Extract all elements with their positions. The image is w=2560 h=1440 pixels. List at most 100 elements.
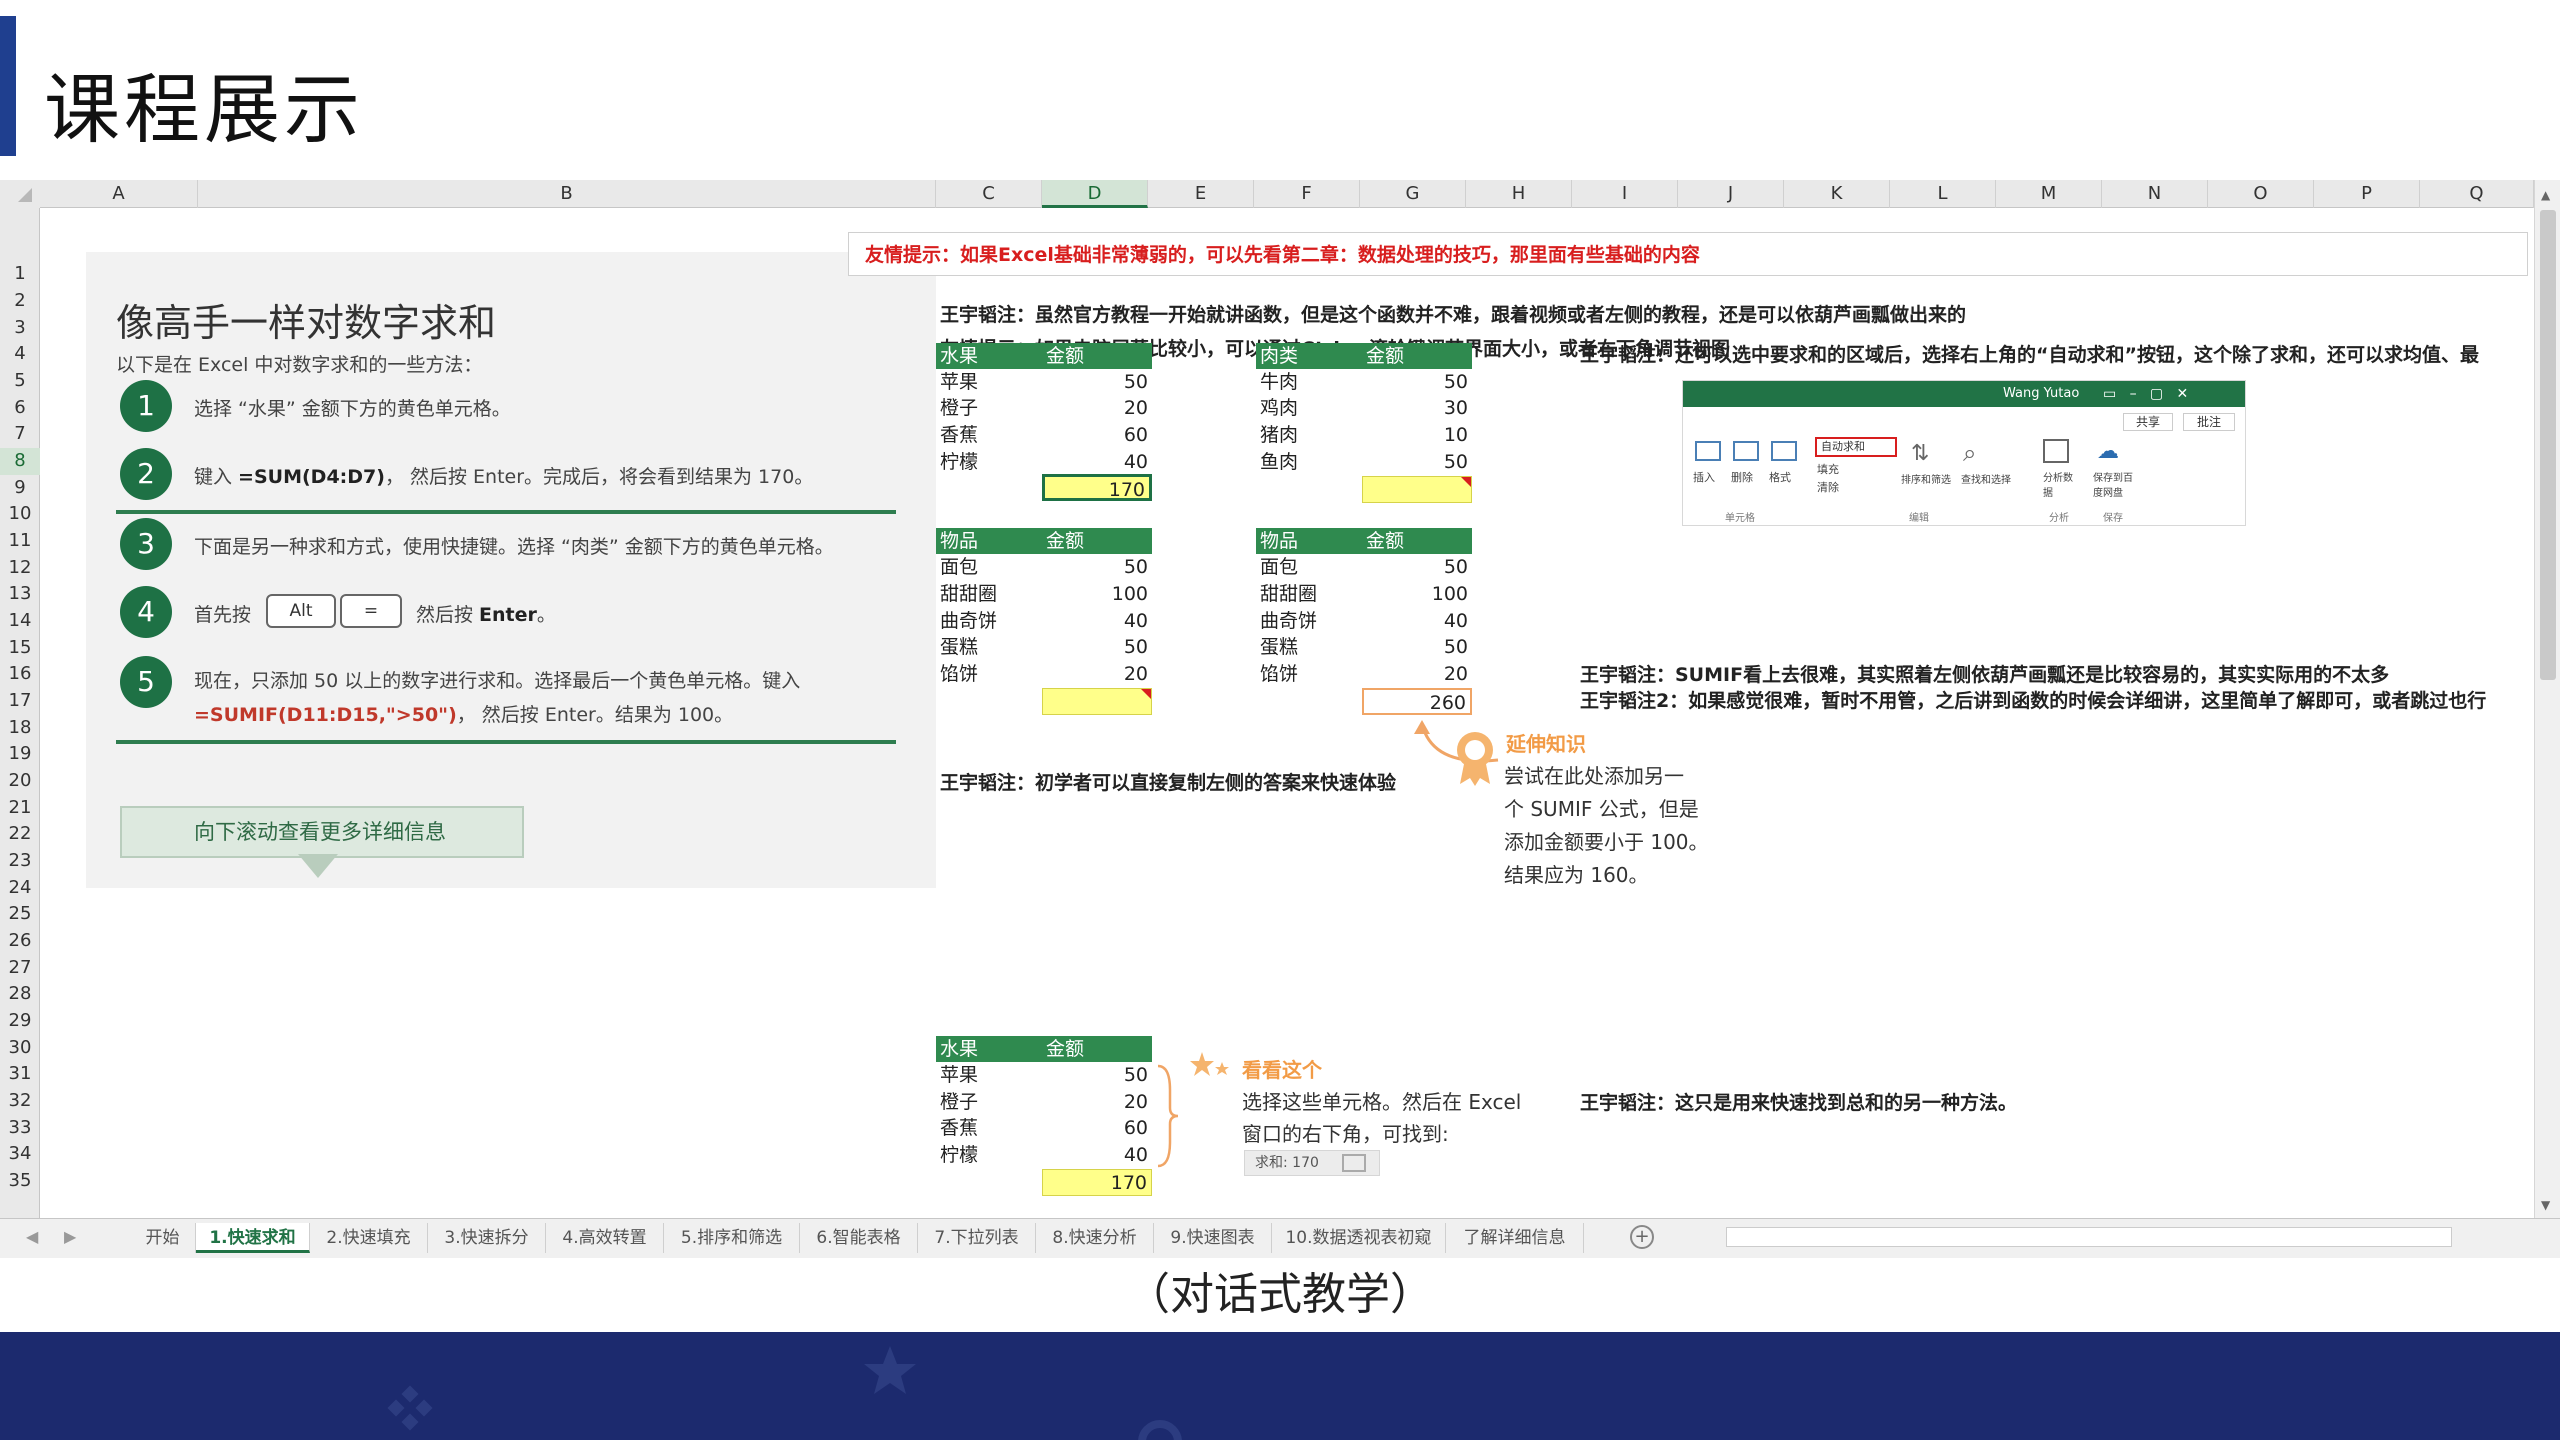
row-header[interactable]: 31 bbox=[0, 1061, 40, 1088]
tab-quick-split[interactable]: 3.快速拆分 bbox=[428, 1223, 546, 1253]
tab-dropdown-list[interactable]: 7.下拉列表 bbox=[918, 1223, 1036, 1253]
save-cloud-label[interactable]: 保存到百度网盘 bbox=[2093, 469, 2137, 499]
col-header-i[interactable]: I bbox=[1572, 180, 1678, 208]
row-header[interactable]: 11 bbox=[0, 528, 40, 555]
row-header[interactable]: 1 bbox=[0, 261, 40, 288]
row-header[interactable]: 15 bbox=[0, 635, 40, 662]
sort-filter-label[interactable]: 排序和筛选 bbox=[1901, 471, 1951, 486]
row-header[interactable]: 27 bbox=[0, 955, 40, 982]
table-row[interactable]: 甜甜圈 100 bbox=[1256, 581, 1472, 608]
row-header[interactable]: 25 bbox=[0, 901, 40, 928]
scroll-up-icon[interactable]: ▲ bbox=[2541, 188, 2550, 202]
scroll-thumb[interactable] bbox=[2540, 210, 2556, 680]
select-all-corner[interactable] bbox=[0, 180, 40, 208]
row-header[interactable]: 14 bbox=[0, 608, 40, 635]
row-header[interactable]: 5 bbox=[0, 368, 40, 395]
col-header-j[interactable]: J bbox=[1678, 180, 1784, 208]
table-row[interactable]: 柠檬 40 bbox=[936, 1142, 1152, 1169]
tab-quick-fill[interactable]: 2.快速填充 bbox=[310, 1223, 428, 1253]
col-header-n[interactable]: N bbox=[2102, 180, 2208, 208]
table-row[interactable]: 面包 50 bbox=[1256, 554, 1472, 581]
row-header[interactable]: 33 bbox=[0, 1115, 40, 1142]
table-row[interactable]: 牛肉 50 bbox=[1256, 369, 1472, 396]
row-header[interactable]: 20 bbox=[0, 768, 40, 795]
row-header[interactable]: 7 bbox=[0, 421, 40, 448]
row-header[interactable]: 28 bbox=[0, 981, 40, 1008]
share-button[interactable]: 共享 bbox=[2123, 413, 2173, 431]
vertical-scrollbar[interactable]: ▲ ▼ bbox=[2534, 180, 2560, 1218]
col-header-p[interactable]: P bbox=[2314, 180, 2420, 208]
table-row[interactable]: 橙子 20 bbox=[936, 395, 1152, 422]
table-row[interactable]: 馅饼 20 bbox=[1256, 661, 1472, 688]
row-header[interactable]: 34 bbox=[0, 1141, 40, 1168]
sheet-area[interactable]: 像高手一样对数字求和 以下是在 Excel 中对数字求和的一些方法： 1 选择 … bbox=[40, 208, 2528, 1218]
tab-pivot-table[interactable]: 10.数据透视表初窥 bbox=[1272, 1223, 1446, 1253]
row-header[interactable]: 9 bbox=[0, 475, 40, 502]
col-header-o[interactable]: O bbox=[2208, 180, 2314, 208]
table-row[interactable]: 曲奇饼 40 bbox=[936, 608, 1152, 635]
fill-button[interactable]: 填充 bbox=[1817, 461, 1839, 477]
tab-prev-icon[interactable]: ◀ bbox=[26, 1227, 38, 1246]
table-row[interactable]: 苹果 50 bbox=[936, 369, 1152, 396]
tab-quick-analysis[interactable]: 8.快速分析 bbox=[1036, 1223, 1154, 1253]
row-header[interactable]: 3 bbox=[0, 315, 40, 342]
tab-quick-sum[interactable]: 1.快速求和 bbox=[196, 1223, 310, 1253]
col-header-d[interactable]: D bbox=[1042, 180, 1148, 208]
row-header[interactable]: 2 bbox=[0, 288, 40, 315]
col-header-f[interactable]: F bbox=[1254, 180, 1360, 208]
col-header-c[interactable]: C bbox=[936, 180, 1042, 208]
col-header-a[interactable]: A bbox=[40, 180, 198, 208]
tab-start[interactable]: 开始 bbox=[130, 1223, 196, 1253]
row-header-selected[interactable]: 8 bbox=[0, 448, 40, 475]
row-header[interactable]: 23 bbox=[0, 848, 40, 875]
col-header-b[interactable]: B bbox=[198, 180, 936, 208]
autosum-button[interactable]: 自动求和 bbox=[1815, 437, 1897, 457]
fruit-total-cell-selected[interactable]: 170 bbox=[1042, 474, 1152, 501]
row-header[interactable]: 16 bbox=[0, 661, 40, 688]
tab-quick-chart[interactable]: 9.快速图表 bbox=[1154, 1223, 1272, 1253]
table-row[interactable]: 鸡肉 30 bbox=[1256, 395, 1472, 422]
row-header[interactable]: 18 bbox=[0, 715, 40, 742]
row-header[interactable]: 21 bbox=[0, 795, 40, 822]
row-header[interactable]: 19 bbox=[0, 741, 40, 768]
table-row[interactable]: 橙子 20 bbox=[936, 1089, 1152, 1116]
analyze-data-label[interactable]: 分析数据 bbox=[2043, 469, 2073, 499]
tab-learn-more[interactable]: 了解详细信息 bbox=[1446, 1223, 1584, 1253]
table-row[interactable]: 香蕉 60 bbox=[936, 422, 1152, 449]
table-row[interactable]: 鱼肉 50 bbox=[1256, 449, 1472, 476]
row-header[interactable]: 17 bbox=[0, 688, 40, 715]
insert-label[interactable]: 插入 bbox=[1693, 469, 1715, 485]
table-row[interactable]: 柠檬 40 bbox=[936, 449, 1152, 476]
comment-button[interactable]: 批注 bbox=[2183, 413, 2235, 431]
row-header[interactable]: 32 bbox=[0, 1088, 40, 1115]
tab-smart-table[interactable]: 6.智能表格 bbox=[800, 1223, 918, 1253]
row-header[interactable]: 13 bbox=[0, 581, 40, 608]
row-header[interactable]: 29 bbox=[0, 1008, 40, 1035]
table-row[interactable]: 猪肉 10 bbox=[1256, 422, 1472, 449]
col-header-m[interactable]: M bbox=[1996, 180, 2102, 208]
table-row[interactable]: 面包 50 bbox=[936, 554, 1152, 581]
row-header[interactable]: 24 bbox=[0, 875, 40, 902]
fruit-2-total-cell[interactable]: 170 bbox=[1042, 1169, 1152, 1196]
col-header-l[interactable]: L bbox=[1890, 180, 1996, 208]
horizontal-scrollbar[interactable] bbox=[1726, 1227, 2452, 1247]
table-row[interactable]: 馅饼 20 bbox=[936, 661, 1152, 688]
row-header[interactable]: 35 bbox=[0, 1168, 40, 1195]
format-label[interactable]: 格式 bbox=[1769, 469, 1791, 485]
col-header-q[interactable]: Q bbox=[2420, 180, 2534, 208]
table-row[interactable]: 香蕉 60 bbox=[936, 1115, 1152, 1142]
row-header[interactable]: 4 bbox=[0, 341, 40, 368]
col-header-e[interactable]: E bbox=[1148, 180, 1254, 208]
table-row[interactable]: 苹果 50 bbox=[936, 1062, 1152, 1089]
goods-total-cell[interactable] bbox=[1042, 688, 1152, 715]
row-header[interactable]: 30 bbox=[0, 1035, 40, 1062]
clear-button[interactable]: 清除 bbox=[1817, 479, 1839, 495]
row-header[interactable]: 10 bbox=[0, 501, 40, 528]
add-sheet-icon[interactable]: + bbox=[1630, 1225, 1654, 1249]
row-header[interactable]: 12 bbox=[0, 555, 40, 582]
col-header-h[interactable]: H bbox=[1466, 180, 1572, 208]
table-row[interactable]: 蛋糕 50 bbox=[1256, 634, 1472, 661]
col-header-g[interactable]: G bbox=[1360, 180, 1466, 208]
table-row[interactable]: 曲奇饼 40 bbox=[1256, 608, 1472, 635]
find-select-label[interactable]: 查找和选择 bbox=[1961, 471, 2011, 486]
